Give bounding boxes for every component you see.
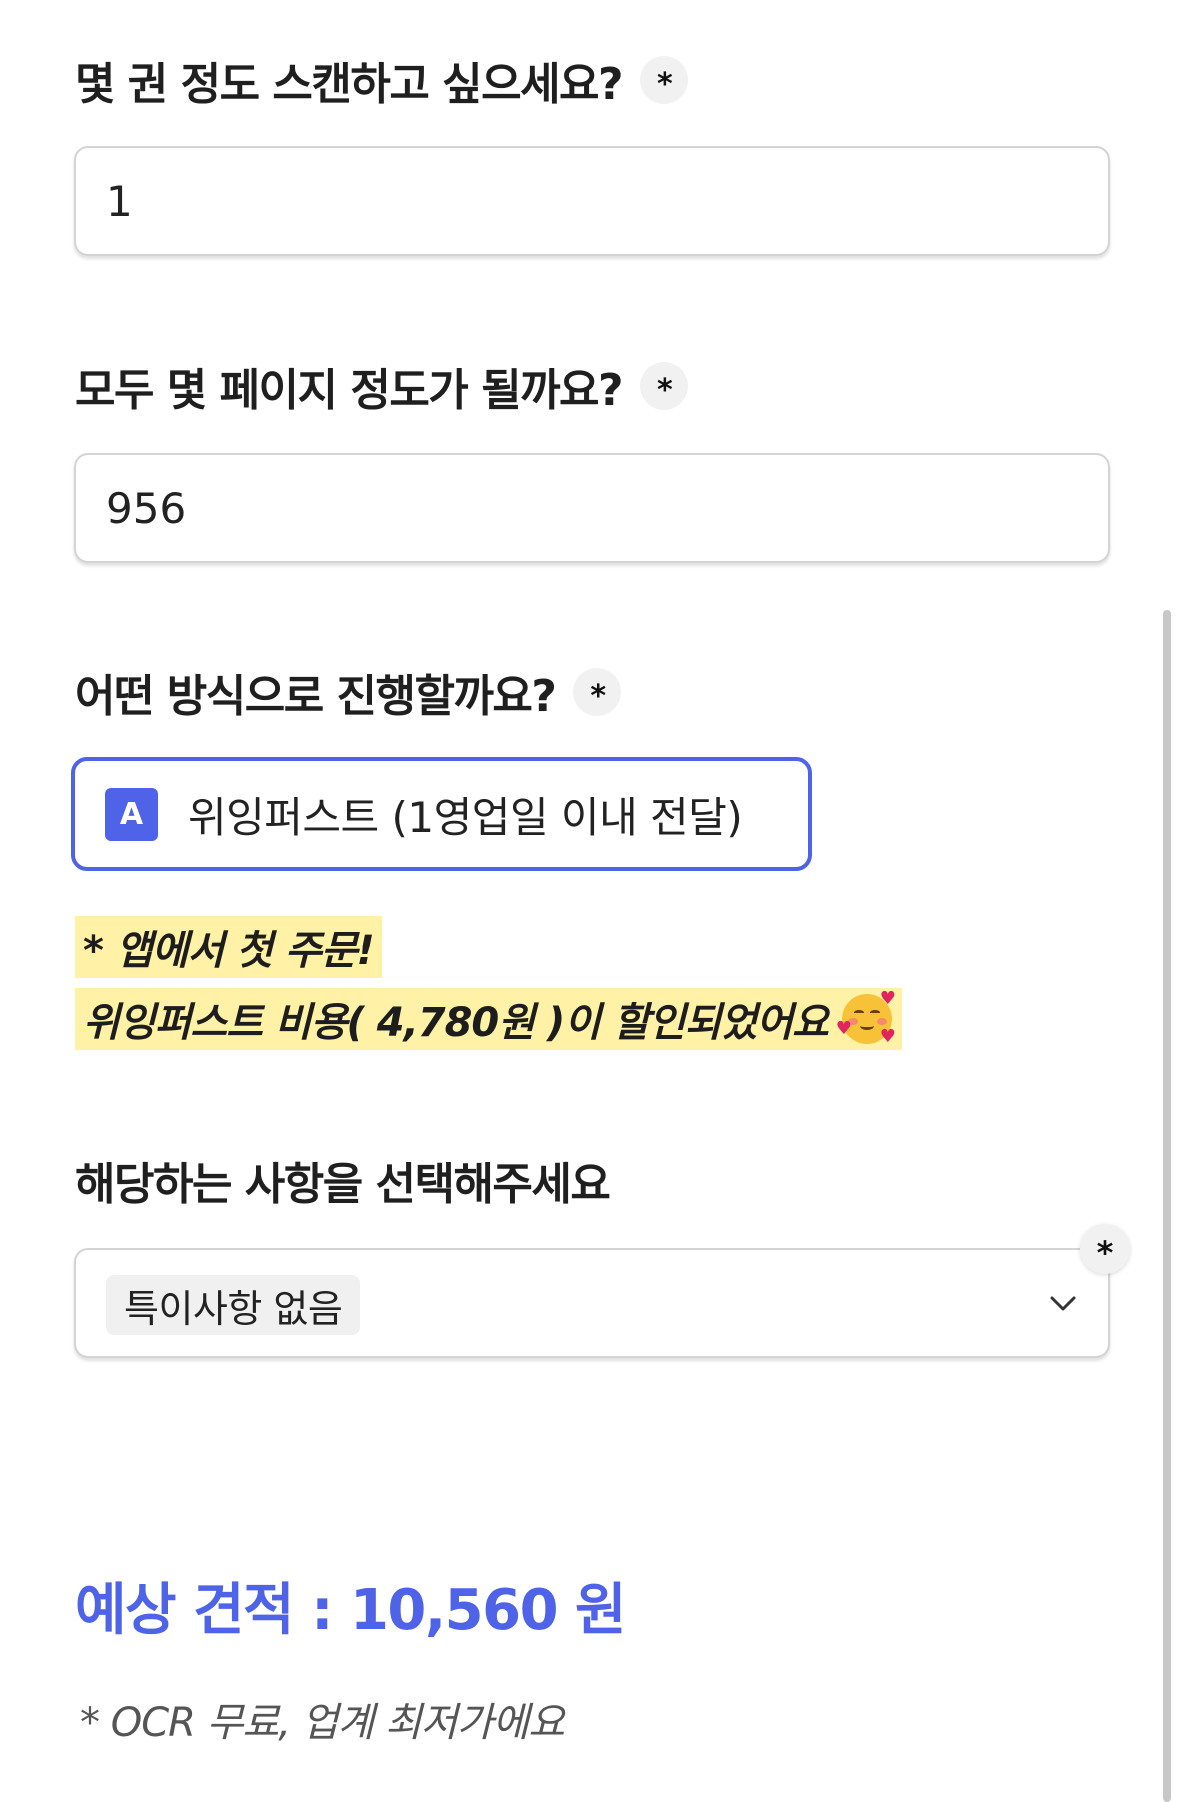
book-count-value: 1 xyxy=(106,176,133,226)
required-badge: * xyxy=(640,56,689,104)
question-label: 몇 권 정도 스캔하고 싶으세요? xyxy=(75,59,624,110)
question-page-count: 모두 몇 페이지 정도가 될까요? * xyxy=(75,354,689,418)
book-count-input[interactable]: 1 xyxy=(74,146,1110,256)
promo-line-1: * 앱에서 첫 주문! xyxy=(75,916,382,978)
special-notes-select[interactable]: 특이사항 없음 xyxy=(74,1248,1110,1358)
question-method: 어떤 방식으로 진행할까요? * xyxy=(75,660,622,724)
ocr-note: * OCR 무료, 업계 최저가에요 xyxy=(80,1700,565,1746)
promo-text-2: 위잉퍼스트 비용( 4,780원 )이 할인되었어요 xyxy=(83,1000,829,1046)
question-label: 모두 몇 페이지 정도가 될까요? xyxy=(75,365,624,416)
question-book-count: 몇 권 정도 스캔하고 싶으세요? * xyxy=(75,48,689,112)
question-label: 해당하는 사항을 선택해주세요 xyxy=(75,1159,611,1210)
choice-key-badge: A xyxy=(105,787,158,841)
page-count-input[interactable]: 956 xyxy=(74,453,1110,563)
question-special-notes: 해당하는 사항을 선택해주세요 xyxy=(75,1148,611,1212)
question-label: 어떤 방식으로 진행할까요? xyxy=(75,671,557,722)
scrollbar[interactable] xyxy=(1163,610,1171,1802)
page-count-value: 956 xyxy=(106,483,187,533)
method-choice-a[interactable]: A 위잉퍼스트 (1영업일 이내 전달) xyxy=(71,757,812,871)
choice-label: 위잉퍼스트 (1영업일 이내 전달) xyxy=(188,792,743,842)
chevron-down-icon[interactable] xyxy=(1048,1288,1078,1318)
required-badge: * xyxy=(573,668,622,716)
promo-line-2: 위잉퍼스트 비용( 4,780원 )이 할인되었어요 ♥ ♥ ♥ xyxy=(75,988,902,1050)
required-badge: * xyxy=(1080,1224,1130,1274)
order-form-page: 몇 권 정도 스캔하고 싶으세요? * 1 모두 몇 페이지 정도가 될까요? … xyxy=(0,0,1179,1802)
promo-text-1: * 앱에서 첫 주문! xyxy=(83,928,375,974)
smiling-face-with-hearts-icon: ♥ ♥ ♥ xyxy=(835,988,896,1047)
estimate-total: 예상 견적 : 10,560 원 xyxy=(75,1578,627,1643)
required-badge: * xyxy=(640,362,689,410)
selected-option-tag: 특이사항 없음 xyxy=(106,1275,361,1335)
